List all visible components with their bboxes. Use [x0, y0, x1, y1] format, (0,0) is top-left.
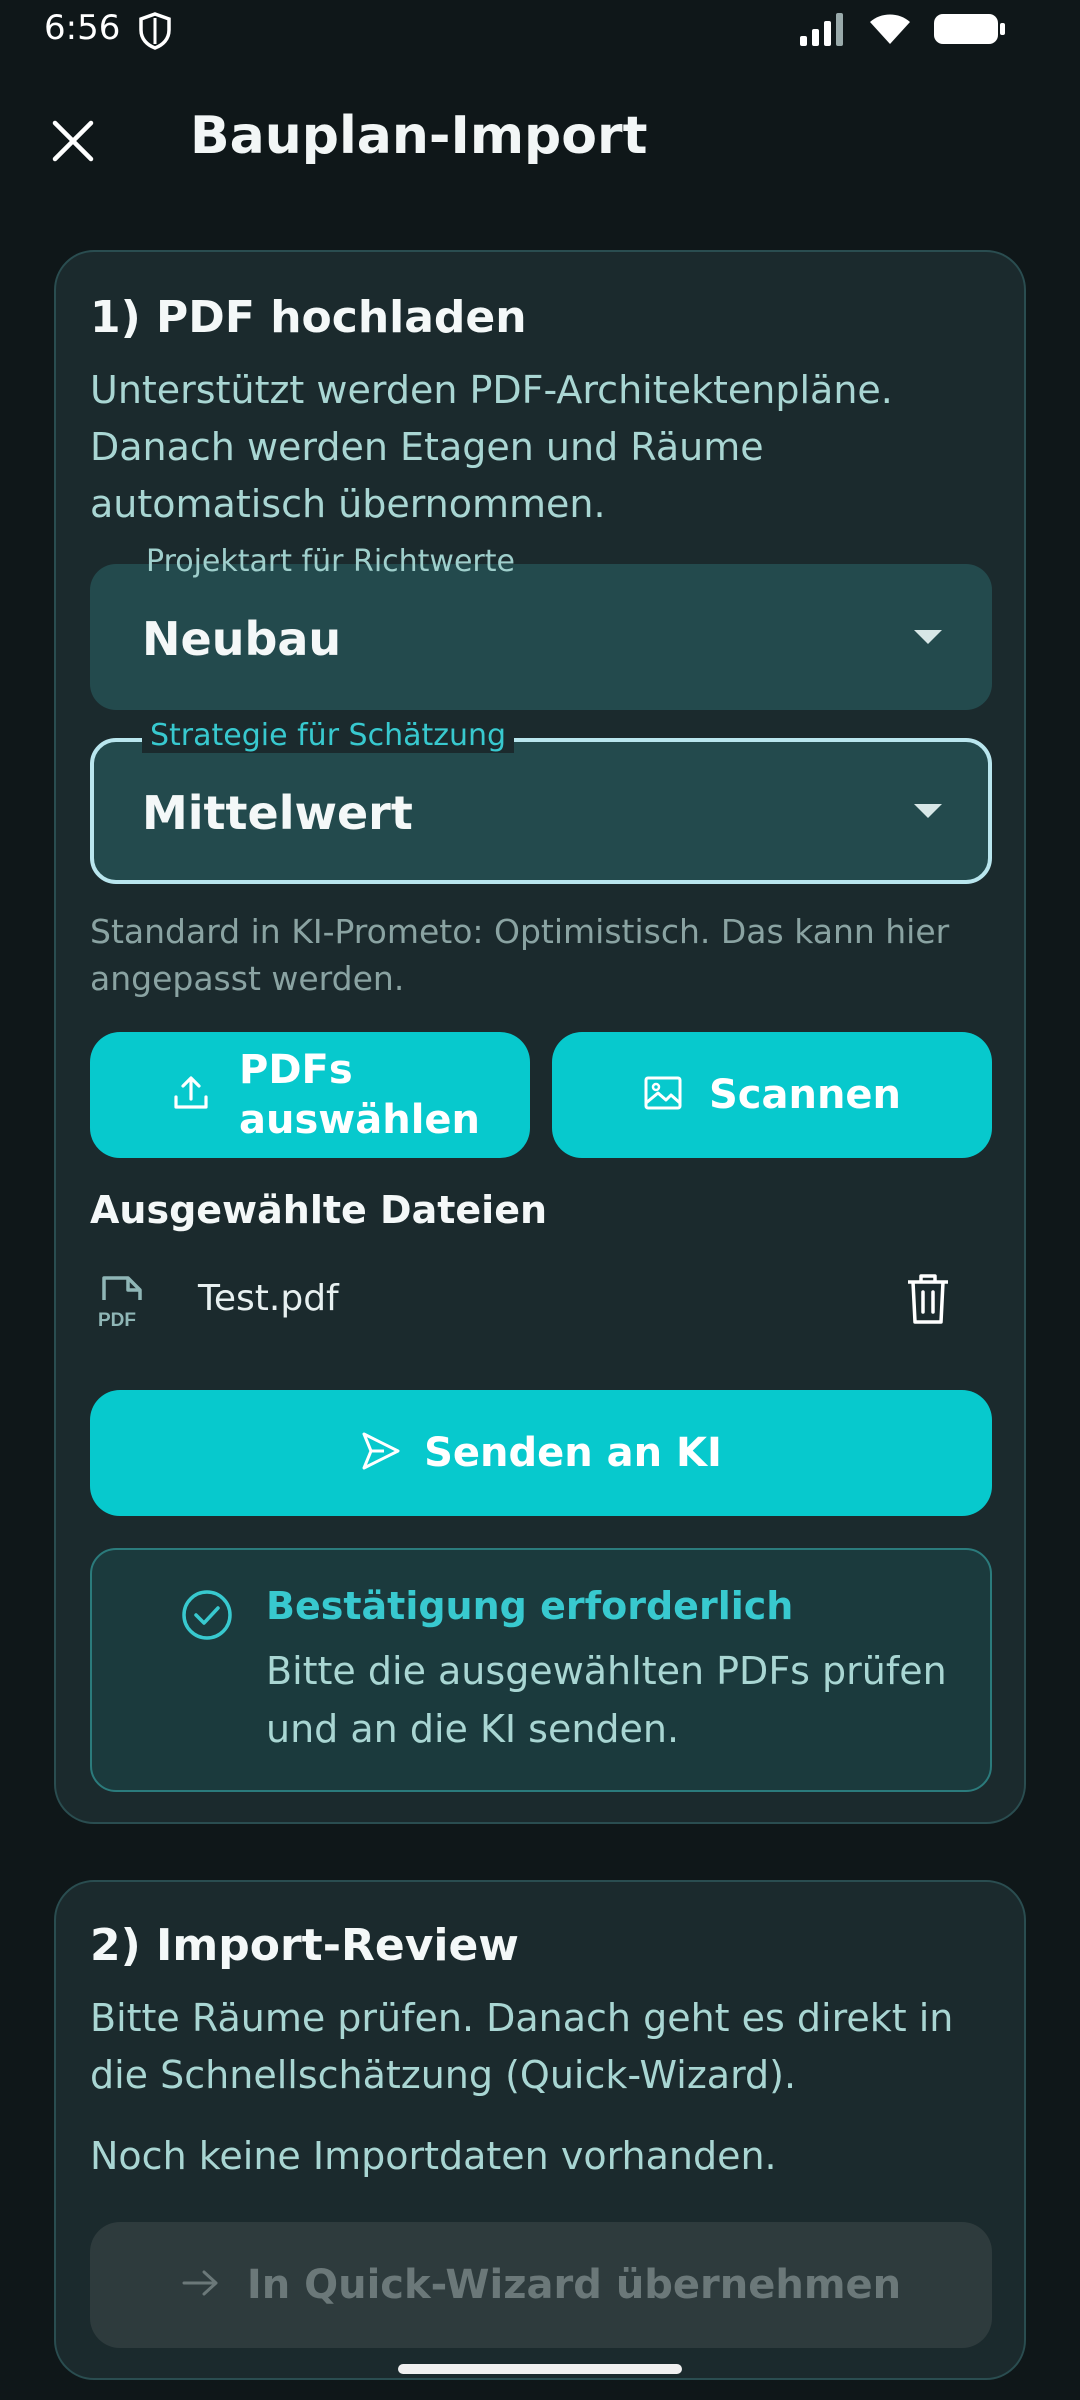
strategy-label: Strategie für Schätzung	[142, 718, 515, 753]
send-to-ai-label: Senden an KI	[424, 1430, 722, 1476]
review-empty-text: Noch keine Importdaten vorhanden.	[90, 2134, 777, 2178]
choose-pdfs-button[interactable]: PDFs auswählen	[90, 1032, 530, 1158]
review-card: 2) Import-Review Bitte Räume prüfen. Dan…	[54, 1880, 1026, 2380]
apply-quick-wizard-button[interactable]: In Quick-Wizard übernehmen	[90, 2222, 992, 2348]
choose-pdfs-label: PDFs auswählen	[239, 1047, 481, 1143]
arrow-right-icon	[181, 2268, 221, 2302]
file-name: Test.pdf	[198, 1278, 339, 1319]
signal-icon	[800, 12, 846, 50]
confirmation-notice: Bestätigung erforderlich Bitte die ausge…	[90, 1548, 992, 1792]
file-row: PDF Test.pdf	[90, 1252, 992, 1372]
check-circle-icon	[180, 1588, 234, 1646]
project-type-value: Neubau	[142, 612, 342, 666]
status-time: 6:56	[44, 8, 121, 48]
send-icon	[360, 1430, 402, 1476]
scan-label: Scannen	[708, 1072, 902, 1118]
image-icon	[643, 1075, 683, 1115]
page-title: Bauplan-Import	[190, 106, 648, 166]
send-to-ai-button[interactable]: Senden an KI	[90, 1390, 992, 1516]
dropdown-arrow-icon	[914, 804, 942, 818]
project-type-select[interactable]: Projektart für Richtwerte Neubau	[90, 544, 992, 710]
review-description: Bitte Räume prüfen. Danach geht es direk…	[90, 1996, 954, 2097]
strategy-hint: Standard in KI-Prometo: Optimistisch. Da…	[90, 912, 950, 998]
project-type-label: Projektart für Richtwerte	[146, 544, 515, 579]
home-indicator[interactable]	[398, 2364, 682, 2374]
dropdown-arrow-icon	[914, 630, 942, 644]
upload-description: Unterstützt werden PDF-Architektenpläne.…	[90, 368, 893, 526]
pdf-file-icon-text: PDF	[98, 1310, 136, 1330]
upload-title: 1) PDF hochladen	[90, 292, 527, 343]
confirmation-title: Bestätigung erforderlich	[266, 1584, 794, 1628]
wifi-icon	[868, 12, 912, 50]
confirmation-text: Bitte die ausgewählten PDFs prüfen und a…	[266, 1649, 947, 1751]
status-bar: 6:56	[0, 0, 1080, 64]
close-icon	[52, 120, 94, 162]
apply-quick-wizard-label: In Quick-Wizard übernehmen	[246, 2262, 902, 2308]
shield-icon	[138, 12, 172, 54]
pdf-file-icon: PDF	[98, 1274, 148, 1334]
close-button[interactable]	[40, 108, 106, 174]
upload-card: 1) PDF hochladen Unterstützt werden PDF-…	[54, 250, 1026, 1824]
upload-icon	[171, 1073, 211, 1117]
delete-icon[interactable]	[904, 1272, 952, 1330]
strategy-value: Mittelwert	[142, 786, 413, 840]
app-bar: Bauplan-Import	[0, 90, 1080, 190]
selected-files-heading: Ausgewählte Dateien	[90, 1188, 548, 1232]
strategy-select[interactable]: Strategie für Schätzung Mittelwert	[90, 718, 992, 884]
scan-button[interactable]: Scannen	[552, 1032, 992, 1158]
review-title: 2) Import-Review	[90, 1920, 519, 1971]
battery-icon	[934, 12, 1006, 50]
